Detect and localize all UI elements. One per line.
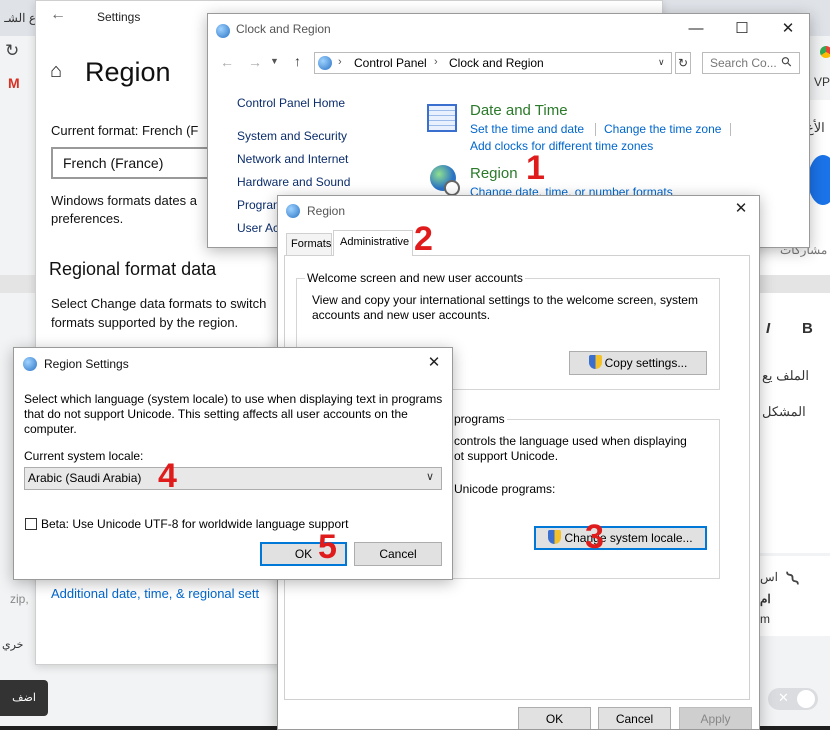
settings-title: Settings <box>97 10 141 24</box>
utf8-checkbox-label: Beta: Use Unicode UTF-8 for worldwide la… <box>41 517 349 531</box>
date-time-title[interactable]: Date and Time <box>470 102 568 119</box>
sidebar-hardware-sound[interactable]: Hardware and Sound <box>237 175 350 189</box>
settings-desc: Windows formats dates a <box>51 193 197 208</box>
settings-back-icon[interactable]: ← <box>50 6 66 24</box>
browser-bookmark-right[interactable]: VP <box>814 75 830 89</box>
region-settings-description: Select which language (system locale) to… <box>24 392 443 436</box>
region-settings-title: Region Settings <box>44 357 129 371</box>
breadcrumb-clock-region[interactable]: Clock and Region <box>449 56 544 70</box>
link-divider <box>730 123 731 136</box>
regional-format-text: Select Change data formats to switch <box>51 296 267 311</box>
browser-tab-text[interactable]: ع الشـ <box>0 11 36 25</box>
address-dropdown-icon[interactable]: ∨ <box>658 57 665 68</box>
toggle-knob <box>797 690 815 708</box>
search-placeholder: Search Co... <box>710 56 777 70</box>
nonunicode-text-2: ot support Unicode. <box>454 449 559 463</box>
regional-format-heading: Regional format data <box>49 259 217 279</box>
refresh-icon[interactable]: ↻ <box>675 52 691 74</box>
copy-settings-button[interactable]: Copy settings... <box>569 351 707 375</box>
region-settings-cancel-button[interactable]: Cancel <box>354 542 442 566</box>
link-divider <box>595 123 596 136</box>
annotation-4: 4 <box>158 457 177 495</box>
rtl-bottom-left: خري <box>2 639 24 651</box>
add-clocks-link[interactable]: Add clocks for different time zones <box>470 139 653 153</box>
welcome-legend: Welcome screen and new user accounts <box>305 271 525 285</box>
additional-settings-link[interactable]: Additional date, time, & regional sett <box>51 586 259 601</box>
nonunicode-legend: programs <box>452 412 507 426</box>
control-panel-icon <box>216 24 230 38</box>
sidebar-network-internet[interactable]: Network and Internet <box>237 152 348 166</box>
region-dialog-title: Region <box>307 204 346 218</box>
annotation-5: 5 <box>318 528 337 566</box>
settings-heading: Region <box>85 57 171 87</box>
format-select-value: French (France) <box>63 155 164 171</box>
welcome-text: View and copy your international setting… <box>312 293 698 322</box>
change-time-zone-link[interactable]: Change the time zone <box>604 122 721 136</box>
blue-badge <box>808 155 830 205</box>
rtl-bottom-right-3: m <box>760 612 770 626</box>
settings-desc-2: preferences. <box>51 211 124 226</box>
annotation-3: 3 <box>585 518 604 556</box>
region-settings-dialog: Region Settings ✕ Select which language … <box>13 347 453 580</box>
change-locale-label: Change system locale... <box>564 531 693 545</box>
change-system-locale-button[interactable]: Change system locale... <box>534 526 707 550</box>
bold-button[interactable]: B <box>802 320 813 337</box>
rtl-text-right-3: الملف يع <box>762 368 809 383</box>
up-nav-icon[interactable]: ↑ <box>294 53 301 69</box>
breadcrumb-separator-icon: › <box>338 56 342 68</box>
region-title[interactable]: Region <box>470 165 518 182</box>
chrome-icon[interactable] <box>820 46 830 58</box>
add-button[interactable]: اضف <box>0 680 48 716</box>
minimize-button[interactable]: — <box>673 14 719 44</box>
region-settings-close-button[interactable]: ✕ <box>414 348 452 378</box>
region-clock-icon <box>444 180 460 196</box>
reload-icon[interactable]: ↻ <box>5 41 19 61</box>
annotation-1: 1 <box>526 149 545 187</box>
current-format-label: Current format: French (F <box>51 123 199 138</box>
tab-formats-label: Formats <box>291 238 332 250</box>
annotation-2: 2 <box>414 220 433 258</box>
sidebar-user-accounts[interactable]: User Ac <box>237 221 279 235</box>
rtl-bottom-right-2: ام <box>760 592 771 606</box>
sidebar-system-security[interactable]: System and Security <box>237 129 347 143</box>
home-icon: ⌂ <box>50 60 63 82</box>
back-nav-icon[interactable]: ← <box>220 54 234 70</box>
calendar-icon <box>427 104 457 132</box>
italic-button[interactable]: I <box>766 320 770 337</box>
clock-region-title: Clock and Region <box>236 22 331 36</box>
gmail-icon[interactable]: M <box>8 75 20 91</box>
nonunicode-text-1: controls the language used when displayi… <box>454 434 687 448</box>
breadcrumb-separator-icon: › <box>434 56 438 68</box>
editor-area-right <box>760 293 830 553</box>
tab-administrative-label: Administrative <box>340 236 410 248</box>
maximize-button[interactable]: ☐ <box>719 14 765 44</box>
set-time-date-link[interactable]: Set the time and date <box>470 122 584 136</box>
forward-nav-icon[interactable]: → <box>248 54 262 70</box>
region-dialog-icon <box>286 204 300 218</box>
region-settings-icon <box>23 357 37 371</box>
address-icon <box>318 56 332 70</box>
uac-shield-icon <box>588 355 602 369</box>
region-dialog-close-button[interactable]: ✕ <box>721 196 759 224</box>
region-ok-button[interactable]: OK <box>518 707 591 729</box>
chevron-down-icon: ∨ <box>426 471 435 483</box>
toggle-close-icon: ✕ <box>778 690 789 705</box>
rtl-text-right-4: المشكل <box>762 404 806 419</box>
utf8-checkbox[interactable] <box>25 518 37 530</box>
nonunicode-text-3: Unicode programs: <box>454 482 556 496</box>
uac-shield-icon <box>548 530 562 544</box>
regional-format-text-2: formats supported by the region. <box>51 315 239 330</box>
close-button[interactable]: ✕ <box>765 14 809 44</box>
recent-dropdown-icon[interactable]: ▼ <box>270 56 279 66</box>
locale-label: Current system locale: <box>24 449 144 463</box>
region-cancel-button[interactable]: Cancel <box>598 707 671 729</box>
zip-text: zip, <box>10 592 29 606</box>
rtl-bottom-right-1: اس <box>760 570 778 584</box>
locale-dropdown-value: Arabic (Saudi Arabia) <box>28 471 142 485</box>
breadcrumb-control-panel[interactable]: Control Panel <box>354 56 427 70</box>
sidebar-control-panel-home[interactable]: Control Panel Home <box>237 96 345 110</box>
region-apply-button[interactable]: Apply <box>679 707 752 729</box>
copy-settings-label: Copy settings... <box>604 356 688 370</box>
